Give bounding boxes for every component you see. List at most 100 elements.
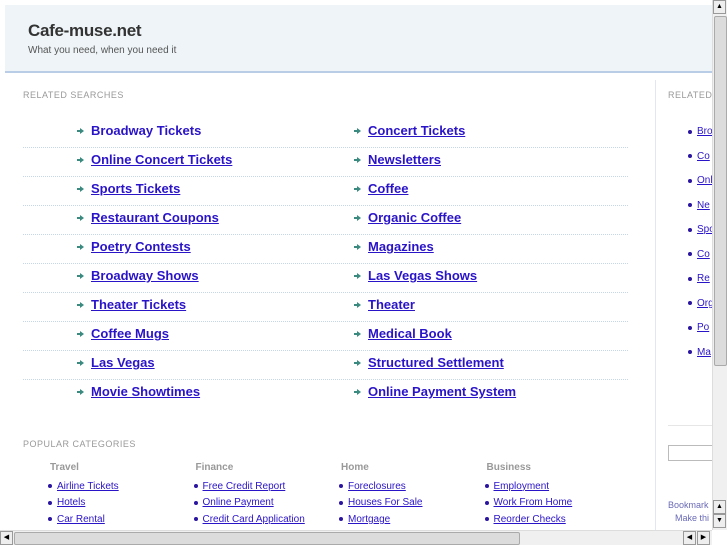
sidebar-link[interactable]: Co xyxy=(697,249,710,260)
related-search-item[interactable]: Theater xyxy=(354,297,415,312)
related-search-item[interactable]: Restaurant Coupons xyxy=(77,210,219,225)
related-search-item[interactable]: Broadway Tickets xyxy=(77,123,201,138)
sidebar-link[interactable]: Ne xyxy=(697,200,710,211)
related-search-link[interactable]: Coffee Mugs xyxy=(91,326,169,341)
related-search-link[interactable]: Las Vegas Shows xyxy=(368,268,477,283)
related-search-link[interactable]: Sports Tickets xyxy=(91,181,180,196)
scroll-down-icon[interactable]: ▼ xyxy=(713,514,726,528)
scroll-left-icon[interactable]: ◀ xyxy=(683,531,696,545)
category-item[interactable]: Mortgage xyxy=(339,511,422,528)
sidebar-link[interactable]: Co xyxy=(697,151,710,162)
sidebar-item[interactable]: Org xyxy=(688,298,712,309)
related-search-link[interactable]: Online Payment System xyxy=(368,384,516,399)
category-item[interactable]: Foreclosures xyxy=(339,478,422,495)
horizontal-scroll-thumb[interactable] xyxy=(14,532,520,545)
related-search-link[interactable]: Theater Tickets xyxy=(91,297,186,312)
related-search-link[interactable]: Magazines xyxy=(368,239,434,254)
related-search-link[interactable]: Organic Coffee xyxy=(368,210,461,225)
category-link[interactable]: Free Credit Report xyxy=(203,481,286,492)
category-link[interactable]: Houses For Sale xyxy=(348,497,422,508)
sidebar-link[interactable]: Re xyxy=(697,273,710,284)
sidebar-link[interactable]: Org xyxy=(697,298,712,309)
related-search-item[interactable]: Las Vegas xyxy=(77,355,155,370)
category-link[interactable]: Hotels xyxy=(57,497,85,508)
related-search-item[interactable]: Coffee xyxy=(354,181,408,196)
sidebar-item[interactable]: Co xyxy=(688,151,710,162)
category-item[interactable]: Car Rental xyxy=(48,511,119,528)
related-search-item[interactable]: Broadway Shows xyxy=(77,268,199,283)
category-item[interactable]: Employment xyxy=(484,478,573,495)
related-search-row: Online Concert Tickets Newsletters xyxy=(23,148,628,177)
related-search-link[interactable]: Las Vegas xyxy=(91,355,155,370)
related-search-link[interactable]: Broadway Shows xyxy=(91,268,199,283)
related-search-item[interactable]: Structured Settlement xyxy=(354,355,504,370)
vertical-scroll-thumb[interactable] xyxy=(714,16,727,366)
sidebar-item[interactable]: Re xyxy=(688,273,710,284)
related-search-link[interactable]: Coffee xyxy=(368,181,408,196)
related-search-link[interactable]: Concert Tickets xyxy=(368,123,465,138)
sidebar-link[interactable]: Spo xyxy=(697,224,712,235)
related-search-item[interactable]: Organic Coffee xyxy=(354,210,461,225)
related-search-item[interactable]: Movie Showtimes xyxy=(77,384,200,399)
category-link[interactable]: Reorder Checks xyxy=(494,514,566,525)
category-link[interactable]: Airline Tickets xyxy=(57,481,119,492)
category-link[interactable]: Employment xyxy=(494,481,550,492)
related-search-item[interactable]: Online Concert Tickets xyxy=(77,152,232,167)
related-search-item[interactable]: Medical Book xyxy=(354,326,452,341)
sidebar-link[interactable]: Po xyxy=(697,322,709,333)
bullet-icon xyxy=(339,484,343,489)
related-search-link[interactable]: Poetry Contests xyxy=(91,239,191,254)
sidebar-link[interactable]: Bro xyxy=(697,126,712,137)
sidebar-search-input[interactable] xyxy=(668,445,712,461)
related-search-link[interactable]: Online Concert Tickets xyxy=(91,152,232,167)
sidebar-item[interactable]: Spo xyxy=(688,224,712,235)
category-item[interactable]: Houses For Sale xyxy=(339,495,422,512)
site-tagline: What you need, when you need it xyxy=(28,45,177,56)
sidebar-item[interactable]: Bro xyxy=(688,126,712,137)
sidebar-item[interactable]: Ne xyxy=(688,200,710,211)
sidebar-item[interactable]: Onl xyxy=(688,175,712,186)
related-search-item[interactable]: Online Payment System xyxy=(354,384,516,399)
category-item[interactable]: Credit Card Application xyxy=(193,511,305,528)
scroll-left-icon[interactable]: ◀ xyxy=(0,531,13,545)
related-search-item[interactable]: Magazines xyxy=(354,239,434,254)
related-search-link[interactable]: Theater xyxy=(368,297,415,312)
category-link[interactable]: Mortgage xyxy=(348,514,390,525)
make-homepage-link[interactable]: Make thi xyxy=(675,513,709,523)
related-search-link[interactable]: Restaurant Coupons xyxy=(91,210,219,225)
related-search-item[interactable]: Newsletters xyxy=(354,152,441,167)
category-item[interactable]: Hotels xyxy=(48,495,119,512)
related-search-link[interactable]: Newsletters xyxy=(368,152,441,167)
scroll-up-icon[interactable]: ▲ xyxy=(713,500,726,514)
related-search-item[interactable]: Theater Tickets xyxy=(77,297,186,312)
related-search-item[interactable]: Coffee Mugs xyxy=(77,326,169,341)
category-link[interactable]: Work From Home xyxy=(494,497,573,508)
related-search-item[interactable]: Poetry Contests xyxy=(77,239,191,254)
scroll-right-icon[interactable]: ▶ xyxy=(697,531,710,545)
category-link[interactable]: Online Payment xyxy=(203,497,274,508)
related-search-link[interactable]: Medical Book xyxy=(368,326,452,341)
sidebar-item[interactable]: Co xyxy=(688,249,710,260)
related-search-link[interactable]: Movie Showtimes xyxy=(91,384,200,399)
related-search-item[interactable]: Concert Tickets xyxy=(354,123,465,138)
related-search-link[interactable]: Structured Settlement xyxy=(368,355,504,370)
category-link[interactable]: Credit Card Application xyxy=(203,514,305,525)
related-search-link[interactable]: Broadway Tickets xyxy=(91,123,201,138)
category-link[interactable]: Car Rental xyxy=(57,514,105,525)
vertical-scrollbar[interactable]: ▲ ▲ ▼ xyxy=(712,0,727,530)
scroll-up-icon[interactable]: ▲ xyxy=(713,0,726,14)
sidebar-link[interactable]: Onl xyxy=(697,175,712,186)
category-item[interactable]: Work From Home xyxy=(484,495,573,512)
related-search-item[interactable]: Sports Tickets xyxy=(77,181,180,196)
category-item[interactable]: Free Credit Report xyxy=(193,478,305,495)
sidebar-item[interactable]: Ma xyxy=(688,347,711,358)
horizontal-scrollbar[interactable]: ◀ ◀ ▶ xyxy=(0,530,712,545)
sidebar-item[interactable]: Po xyxy=(688,322,709,333)
category-item[interactable]: Online Payment xyxy=(193,495,305,512)
category-item[interactable]: Airline Tickets xyxy=(48,478,119,495)
sidebar-link[interactable]: Ma xyxy=(697,347,711,358)
bookmark-link[interactable]: Bookmark xyxy=(668,500,709,510)
related-search-item[interactable]: Las Vegas Shows xyxy=(354,268,477,283)
category-link[interactable]: Foreclosures xyxy=(348,481,406,492)
category-item[interactable]: Reorder Checks xyxy=(484,511,573,528)
